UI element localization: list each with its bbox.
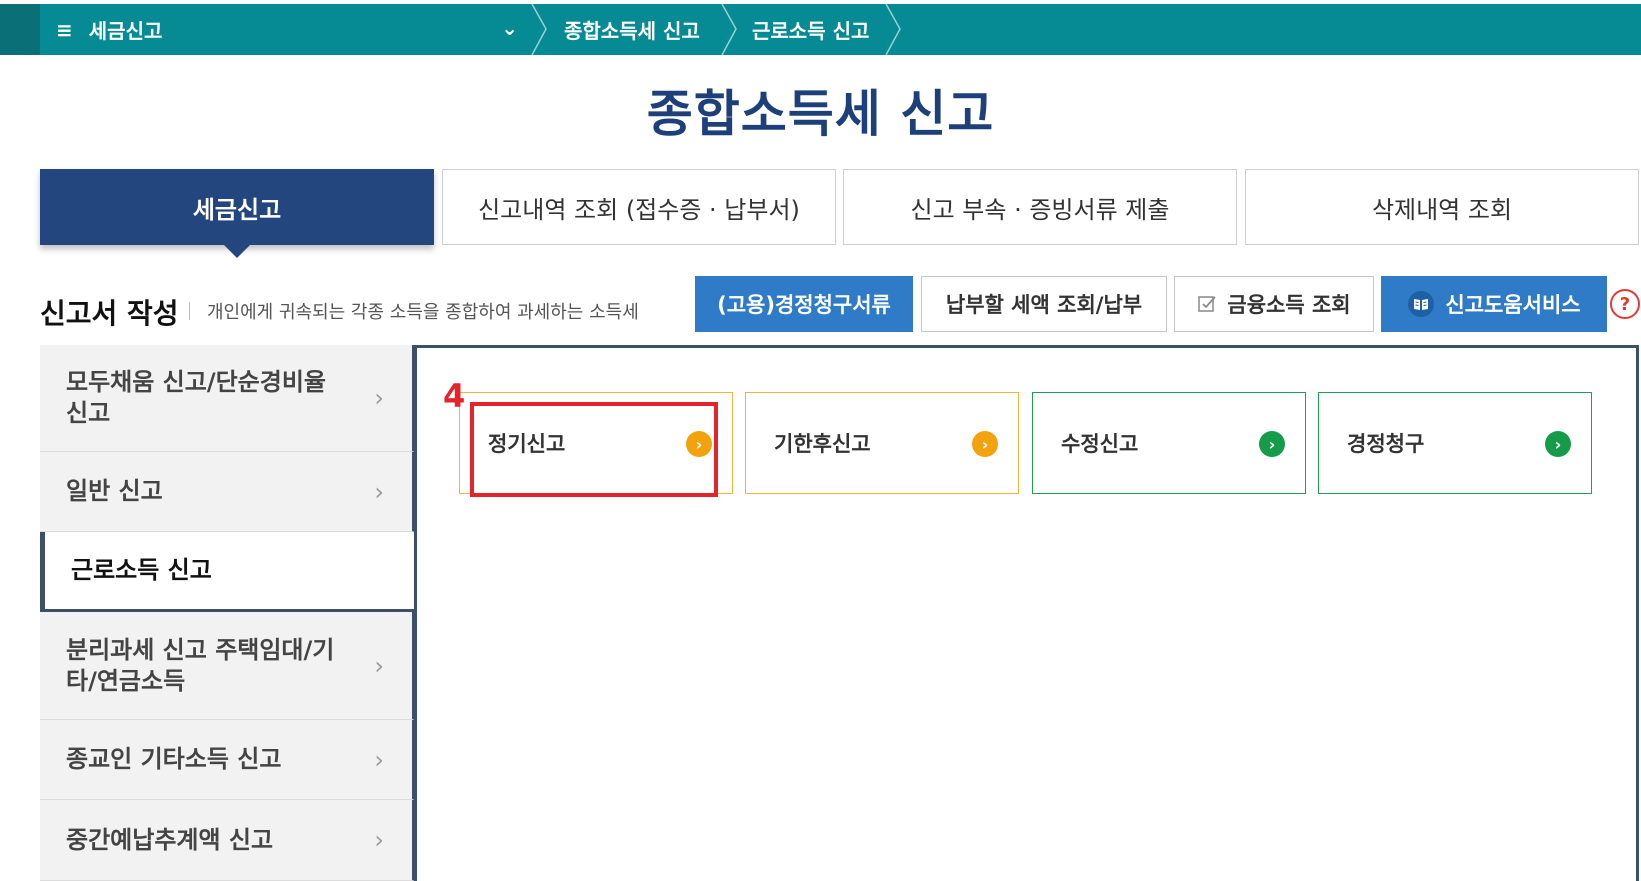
side-item-separate-taxation[interactable]: 분리과세 신고 주택임대/기타/연금소득 ›	[40, 612, 415, 720]
regular-filing-card[interactable]: 정기신고 ›	[459, 392, 733, 494]
breadcrumb-bar: ≡ 세금신고 ⌄ 종합소득세 신고 근로소득 신고	[0, 4, 1641, 55]
side-item-label: 분리과세 신고 주택임대/기타/연금소득	[66, 635, 335, 695]
side-item-label: 근로소득 신고	[71, 556, 212, 584]
card-label: 경정청구	[1347, 432, 1425, 456]
side-item-religious-income[interactable]: 종교인 기타소득 신고 ›	[40, 720, 415, 800]
chevron-right-icon: ›	[374, 651, 384, 680]
side-item-label: 중간예납추계액 신고	[66, 825, 274, 854]
side-item-label: 모두채움 신고/단순경비율 신고	[66, 368, 327, 427]
tax-menu-dropdown[interactable]: ≡ 세금신고 ⌄	[40, 4, 530, 55]
section-divider	[189, 302, 190, 320]
hamburger-icon: ≡	[56, 17, 73, 42]
tax-payment-button[interactable]: 납부할 세액 조회/납부	[921, 276, 1167, 332]
claim-docs-button[interactable]: (고용)경정청구서류	[695, 276, 913, 332]
correction-claim-card[interactable]: 경정청구 ›	[1318, 392, 1592, 494]
chevron-right-icon: ›	[374, 745, 384, 774]
claim-docs-label: (고용)경정청구서류	[717, 293, 891, 317]
help-service-button[interactable]: 신고도움서비스	[1381, 276, 1607, 332]
arrow-right-circle-icon: ›	[972, 431, 998, 457]
tax-payment-label: 납부할 세액 조회/납부	[945, 293, 1143, 317]
active-tab-pointer-icon	[224, 245, 250, 258]
financial-income-label: 금융소득 조회	[1227, 293, 1351, 317]
tax-menu-label: 세금신고	[88, 19, 163, 43]
help-service-label: 신고도움서비스	[1445, 293, 1581, 317]
side-item-label: 종교인 기타소득 신고	[66, 745, 282, 773]
card-label: 수정신고	[1061, 432, 1139, 456]
side-item-earned-income-filing[interactable]: 근로소득 신고	[40, 532, 415, 612]
chevron-down-icon: ⌄	[501, 16, 518, 40]
help-icon[interactable]: ?	[1610, 289, 1640, 319]
late-filing-card[interactable]: 기한후신고 ›	[745, 392, 1019, 494]
financial-income-button[interactable]: 금융소득 조회	[1174, 276, 1374, 332]
breadcrumb-item-earned-income[interactable]: 근로소득 신고	[752, 4, 869, 55]
breadcrumb-item-income-tax[interactable]: 종합소득세 신고	[564, 4, 700, 55]
section-description: 개인에게 귀속되는 각종 소득을 종합하여 과세하는 소득세	[207, 302, 639, 323]
breadcrumb-separator-icon	[721, 4, 737, 55]
chevron-right-icon: ›	[374, 477, 384, 506]
side-item-general-filing[interactable]: 일반 신고 ›	[40, 452, 415, 532]
side-item-prefilled-filing[interactable]: 모두채움 신고/단순경비율 신고 ›	[40, 345, 415, 452]
tab-deleted-history[interactable]: 삭제내역 조회	[1245, 169, 1639, 245]
arrow-right-circle-icon: ›	[686, 431, 712, 457]
section-title: 신고서 작성	[40, 297, 179, 330]
arrow-right-circle-icon: ›	[1545, 431, 1571, 457]
breadcrumb-separator-icon	[531, 4, 547, 55]
book-icon	[1408, 291, 1435, 317]
chevron-right-icon: ›	[374, 826, 384, 854]
side-item-interim-prepayment[interactable]: 중간예납추계액 신고 ›	[40, 800, 415, 881]
amended-filing-card[interactable]: 수정신고 ›	[1032, 392, 1306, 494]
chevron-right-icon: ›	[374, 384, 384, 412]
card-label: 기한후신고	[774, 432, 871, 456]
tab-filing-history[interactable]: 신고내역 조회 (접수증 · 납부서)	[442, 169, 836, 245]
step-number-annotation: 4	[443, 377, 466, 415]
side-item-label: 일반 신고	[66, 477, 163, 505]
checkbox-icon	[1198, 296, 1217, 312]
card-label: 정기신고	[488, 432, 566, 456]
breadcrumb-home-tab[interactable]	[0, 4, 40, 55]
tab-supporting-docs[interactable]: 신고 부속 · 증빙서류 제출	[843, 169, 1237, 245]
page-title: 종합소득세 신고	[646, 85, 995, 143]
arrow-right-circle-icon: ›	[1259, 431, 1285, 457]
breadcrumb-separator-icon	[885, 4, 901, 55]
tab-tax-filing[interactable]: 세금신고	[40, 169, 434, 245]
